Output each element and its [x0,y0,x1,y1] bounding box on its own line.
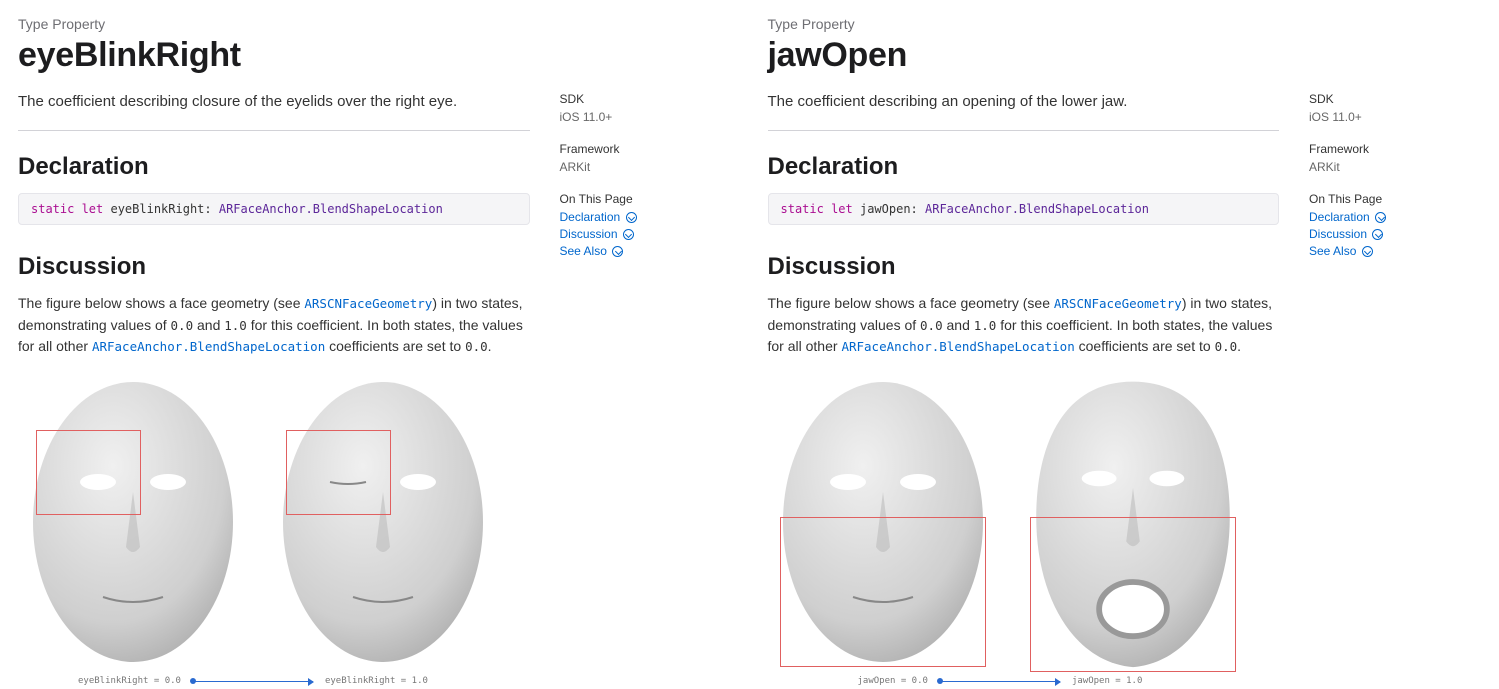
keyword: static let [781,202,853,216]
discussion-text: The figure below shows a face geometry (… [18,293,530,358]
decl-type: ARFaceAnchor.BlendShapeLocation [925,202,1149,216]
highlight-box [780,517,986,667]
declaration-code: static let jawOpen: ARFaceAnchor.BlendSh… [768,193,1280,225]
sidebar: SDK iOS 11.0+ Framework ARKit On This Pa… [1309,16,1479,686]
figure-caption: eyeBlinkRight = 0.0 eyeBlinkRight = 1.0 [18,676,530,686]
summary: The coefficient describing closure of th… [18,91,530,112]
highlight-box [1030,517,1236,672]
face-figure-0 [768,372,998,672]
sdk-value: iOS 11.0+ [560,110,730,124]
face-figure-1 [268,372,498,672]
caption-left: jawOpen = 0.0 [858,676,928,686]
declaration-heading: Declaration [768,153,1280,181]
chevron-down-icon [1362,246,1373,257]
highlight-box [286,430,391,515]
divider [768,130,1280,131]
sdk-label: SDK [560,92,730,106]
link-blendshapelocation[interactable]: ARFaceAnchor.BlendShapeLocation [841,339,1074,354]
framework-value: ARKit [1309,160,1479,174]
face-figure-0 [18,372,248,672]
link-arscnfacegeometry[interactable]: ARSCNFaceGeometry [1054,296,1182,311]
chevron-down-icon [626,212,637,223]
nav-link-discussion[interactable]: Discussion [1309,227,1479,241]
discussion-heading: Discussion [18,253,530,281]
chevron-down-icon [623,229,634,240]
sdk-value: iOS 11.0+ [1309,110,1479,124]
declaration-code: static let eyeBlinkRight: ARFaceAnchor.B… [18,193,530,225]
eyebrow: Type Property [768,16,1280,32]
face-figure-1 [1018,372,1248,672]
framework-label: Framework [1309,142,1479,156]
chevron-down-icon [1375,212,1386,223]
decl-type: ARFaceAnchor.BlendShapeLocation [219,202,443,216]
caption-left: eyeBlinkRight = 0.0 [78,676,181,686]
highlight-box [36,430,141,515]
nav-link-declaration[interactable]: Declaration [1309,210,1479,224]
figure-caption: jawOpen = 0.0 jawOpen = 1.0 [768,676,1280,686]
link-blendshapelocation[interactable]: ARFaceAnchor.BlendShapeLocation [92,339,325,354]
nav-link-see-also[interactable]: See Also [560,244,730,258]
figure-row [18,372,530,672]
link-arscnfacegeometry[interactable]: ARSCNFaceGeometry [304,296,432,311]
keyword: static let [31,202,103,216]
doc-page-jawopen: Type Property jawOpen The coefficient de… [750,0,1499,689]
on-this-page-label: On This Page [560,192,730,206]
chevron-down-icon [612,246,623,257]
summary: The coefficient describing an opening of… [768,91,1280,112]
nav-link-see-also[interactable]: See Also [1309,244,1479,258]
caption-right: jawOpen = 1.0 [1072,676,1142,686]
nav-link-declaration[interactable]: Declaration [560,210,730,224]
page-title: jawOpen [768,36,1280,75]
on-this-page-label: On This Page [1309,192,1479,206]
arrow-icon [940,681,1060,682]
sidebar: SDK iOS 11.0+ Framework ARKit On This Pa… [560,16,730,686]
sdk-label: SDK [1309,92,1479,106]
discussion-heading: Discussion [768,253,1280,281]
eyebrow: Type Property [18,16,530,32]
arrow-icon [193,681,313,682]
discussion-text: The figure below shows a face geometry (… [768,293,1280,358]
declaration-heading: Declaration [18,153,530,181]
divider [18,130,530,131]
chevron-down-icon [1372,229,1383,240]
figure-row [768,372,1280,672]
caption-right: eyeBlinkRight = 1.0 [325,676,428,686]
framework-value: ARKit [560,160,730,174]
decl-name: eyeBlinkRight: [103,202,219,216]
decl-name: jawOpen: [853,202,925,216]
nav-link-discussion[interactable]: Discussion [560,227,730,241]
doc-page-eyeblinkright: Type Property eyeBlinkRight The coeffici… [0,0,750,689]
page-title: eyeBlinkRight [18,36,530,75]
framework-label: Framework [560,142,730,156]
